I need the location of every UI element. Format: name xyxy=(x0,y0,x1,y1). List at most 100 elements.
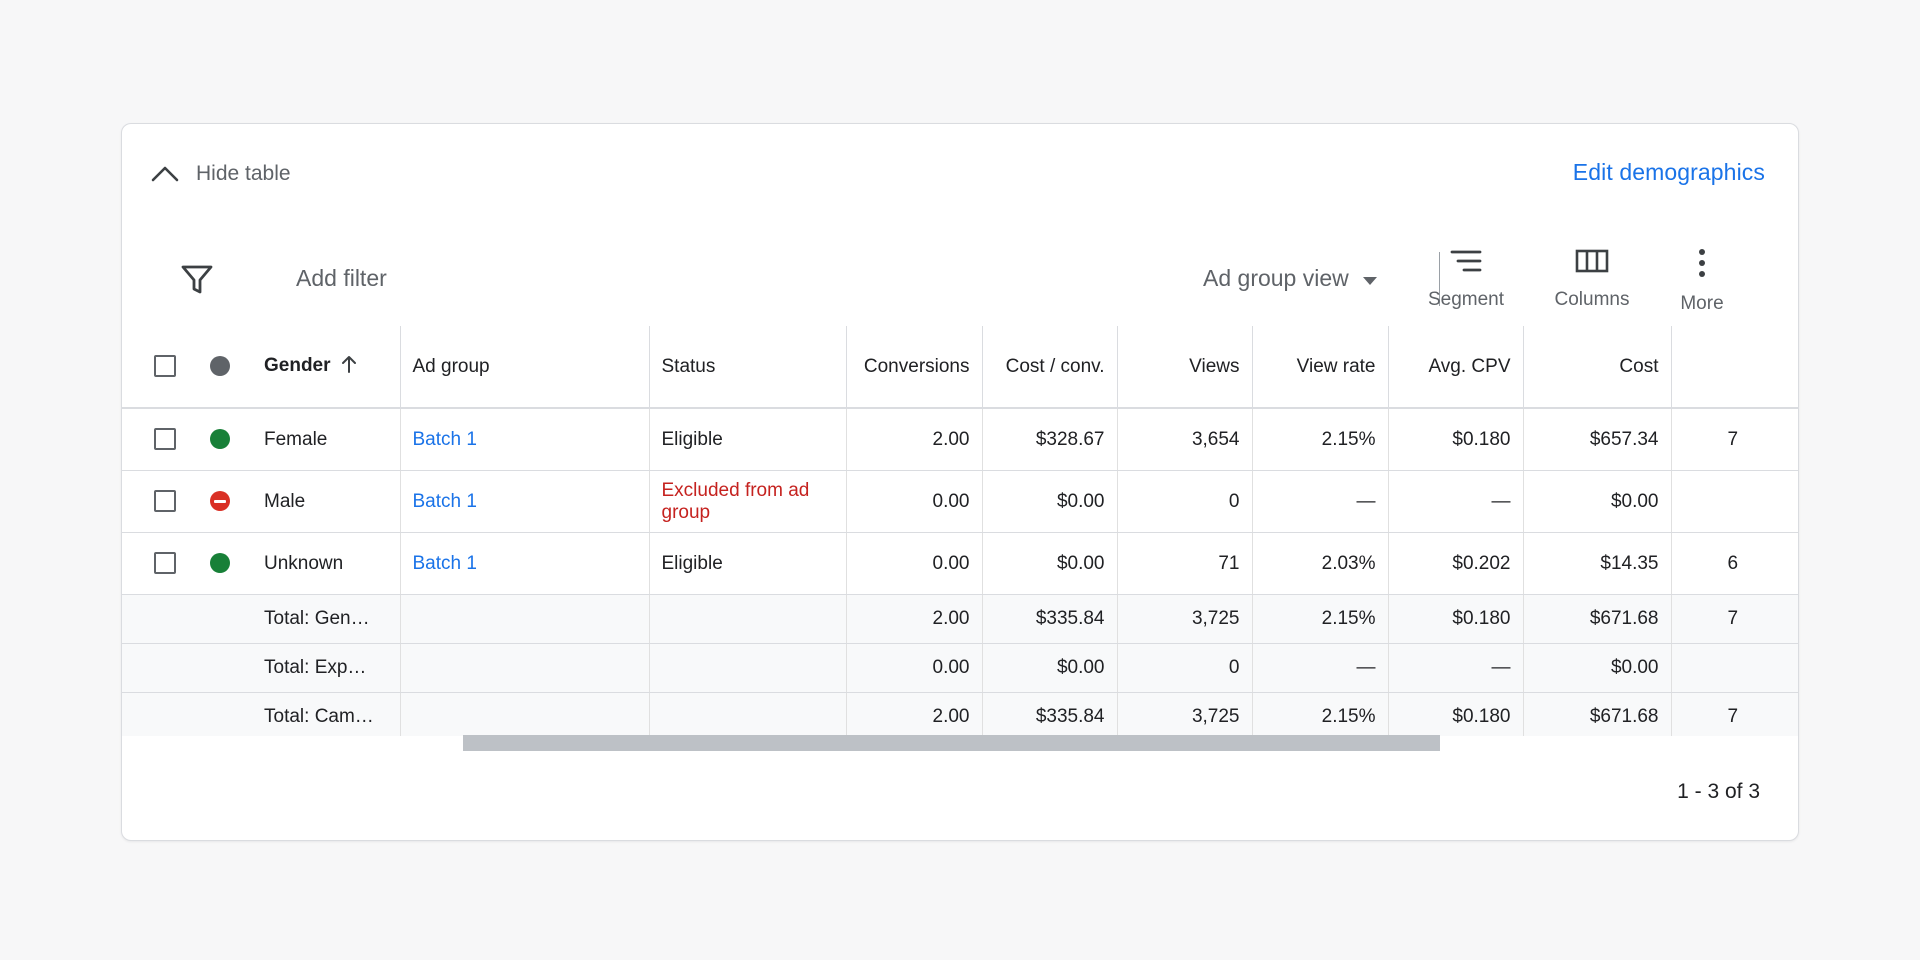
view-rate-cell: — xyxy=(1252,470,1389,533)
avg-cpv-column-header[interactable]: Avg. CPV xyxy=(1388,326,1524,409)
total-cost-per-conv-cell: $0.00 xyxy=(982,643,1118,693)
total-conversions-cell: 2.00 xyxy=(846,594,983,644)
select-all-checkbox[interactable] xyxy=(154,355,176,378)
pagination-label: 1 - 3 of 3 xyxy=(1677,780,1760,803)
avg-cpv-cell: $0.202 xyxy=(1388,532,1524,595)
total-row: Total: Exp… 0.00 $0.00 0 — — $0.00 xyxy=(122,643,1798,693)
eligible-status-icon xyxy=(210,553,230,574)
overflow-cell: 6 xyxy=(1671,532,1798,595)
columns-icon xyxy=(1575,248,1609,279)
row-checkbox[interactable] xyxy=(154,428,176,451)
ad-group-column-header[interactable]: Ad group xyxy=(400,326,650,409)
demographics-table: Gender Ad group Status Conversions Cost … xyxy=(122,326,1798,736)
avg-cpv-cell: $0.180 xyxy=(1388,408,1524,471)
status-cell: Excluded from ad group xyxy=(661,479,810,523)
total-label: Total: Gen… xyxy=(252,594,401,644)
segment-label: Segment xyxy=(1427,289,1505,310)
overflow-column-header xyxy=(1671,326,1798,409)
total-label: Total: Cam… xyxy=(252,692,401,736)
total-view-rate-cell: 2.15% xyxy=(1252,594,1389,644)
overflow-cell: 7 xyxy=(1671,594,1798,644)
edit-demographics-link[interactable]: Edit demographics xyxy=(1573,159,1765,186)
total-view-rate-cell: 2.15% xyxy=(1252,692,1389,736)
cost-per-conv-column-header[interactable]: Cost / conv. xyxy=(982,326,1118,409)
conversions-cell: 2.00 xyxy=(846,408,983,471)
status-cell: Eligible xyxy=(649,408,847,471)
cost-column-header[interactable]: Cost xyxy=(1523,326,1672,409)
cost-per-conv-cell: $0.00 xyxy=(982,470,1118,533)
total-cost-cell: $0.00 xyxy=(1523,643,1672,693)
cost-cell: $657.34 xyxy=(1523,408,1672,471)
cost-cell: $0.00 xyxy=(1523,470,1672,533)
table-row: Unknown Batch 1 Eligible 0.00 $0.00 71 2… xyxy=(122,532,1798,595)
horizontal-scrollbar[interactable] xyxy=(463,735,1440,751)
add-filter-button[interactable]: Add filter xyxy=(296,265,387,292)
view-select-label: Ad group view xyxy=(1203,265,1349,291)
hide-table-label: Hide table xyxy=(196,162,291,185)
status-column-header[interactable]: Status xyxy=(649,326,847,409)
views-column-header[interactable]: Views xyxy=(1117,326,1253,409)
total-conversions-cell: 2.00 xyxy=(846,692,983,736)
caret-down-icon xyxy=(1361,265,1379,292)
filter-icon[interactable] xyxy=(180,264,214,301)
table-row: Female Batch 1 Eligible 2.00 $328.67 3,6… xyxy=(122,408,1798,471)
total-views-cell: 3,725 xyxy=(1117,594,1253,644)
eligible-status-icon xyxy=(210,429,230,450)
total-avg-cpv-cell: $0.180 xyxy=(1388,594,1524,644)
views-cell: 71 xyxy=(1117,532,1253,595)
total-cost-per-conv-cell: $335.84 xyxy=(982,692,1118,736)
cost-per-conv-cell: $328.67 xyxy=(982,408,1118,471)
more-button[interactable]: More xyxy=(1652,248,1752,315)
gender-cell: Male xyxy=(252,470,401,533)
overflow-cell: 7 xyxy=(1671,408,1798,471)
more-label: More xyxy=(1680,293,1724,314)
gender-column-header[interactable]: Gender xyxy=(252,326,401,409)
table-header-row: Gender Ad group Status Conversions Cost … xyxy=(122,326,1798,409)
total-views-cell: 3,725 xyxy=(1117,692,1253,736)
total-cost-cell: $671.68 xyxy=(1523,594,1672,644)
conversions-column-header[interactable]: Conversions xyxy=(846,326,983,409)
ad-group-link[interactable]: Batch 1 xyxy=(413,491,477,512)
total-cost-cell: $671.68 xyxy=(1523,692,1672,736)
segment-icon xyxy=(1449,248,1483,279)
columns-label: Columns xyxy=(1554,289,1630,310)
sort-arrow-up-icon xyxy=(341,355,357,379)
view-rate-column-header[interactable]: View rate xyxy=(1252,326,1389,409)
total-avg-cpv-cell: — xyxy=(1388,643,1524,693)
total-label: Total: Exp… xyxy=(252,643,401,693)
overflow-cell: 7 xyxy=(1671,692,1798,736)
total-conversions-cell: 0.00 xyxy=(846,643,983,693)
status-header-dot-icon xyxy=(210,356,230,377)
conversions-cell: 0.00 xyxy=(846,532,983,595)
chevron-up-icon xyxy=(150,164,180,184)
row-checkbox[interactable] xyxy=(154,552,176,575)
hide-table-toggle[interactable]: Hide table xyxy=(150,162,291,186)
overflow-cell xyxy=(1671,470,1798,533)
ad-group-link[interactable]: Batch 1 xyxy=(413,553,477,574)
cost-per-conv-cell: $0.00 xyxy=(982,532,1118,595)
columns-button[interactable]: Columns xyxy=(1542,248,1642,311)
view-rate-cell: 2.15% xyxy=(1252,408,1389,471)
demographics-card: Hide table Edit demographics Add filter … xyxy=(121,123,1799,841)
overflow-cell xyxy=(1671,643,1798,693)
segment-button[interactable]: Segment xyxy=(1416,248,1516,311)
row-checkbox[interactable] xyxy=(154,490,176,513)
cost-per-conv-header-label: Cost / conv. xyxy=(1005,356,1105,377)
cost-cell: $14.35 xyxy=(1523,532,1672,595)
total-views-cell: 0 xyxy=(1117,643,1253,693)
views-cell: 0 xyxy=(1117,470,1253,533)
gender-header-label: Gender xyxy=(264,354,331,376)
table-row: Male Batch 1 Excluded from ad group 0.00… xyxy=(122,470,1798,533)
total-cost-per-conv-cell: $335.84 xyxy=(982,594,1118,644)
ad-group-view-select[interactable]: Ad group view xyxy=(1203,265,1379,292)
gender-cell: Female xyxy=(252,408,401,471)
view-rate-cell: 2.03% xyxy=(1252,532,1389,595)
total-row: Total: Cam… 2.00 $335.84 3,725 2.15% $0.… xyxy=(122,692,1798,736)
gender-cell: Unknown xyxy=(252,532,401,595)
status-cell: Eligible xyxy=(649,532,847,595)
excluded-status-icon xyxy=(210,491,230,512)
conversions-cell: 0.00 xyxy=(846,470,983,533)
ad-group-link[interactable]: Batch 1 xyxy=(413,429,477,450)
total-view-rate-cell: — xyxy=(1252,643,1389,693)
views-cell: 3,654 xyxy=(1117,408,1253,471)
